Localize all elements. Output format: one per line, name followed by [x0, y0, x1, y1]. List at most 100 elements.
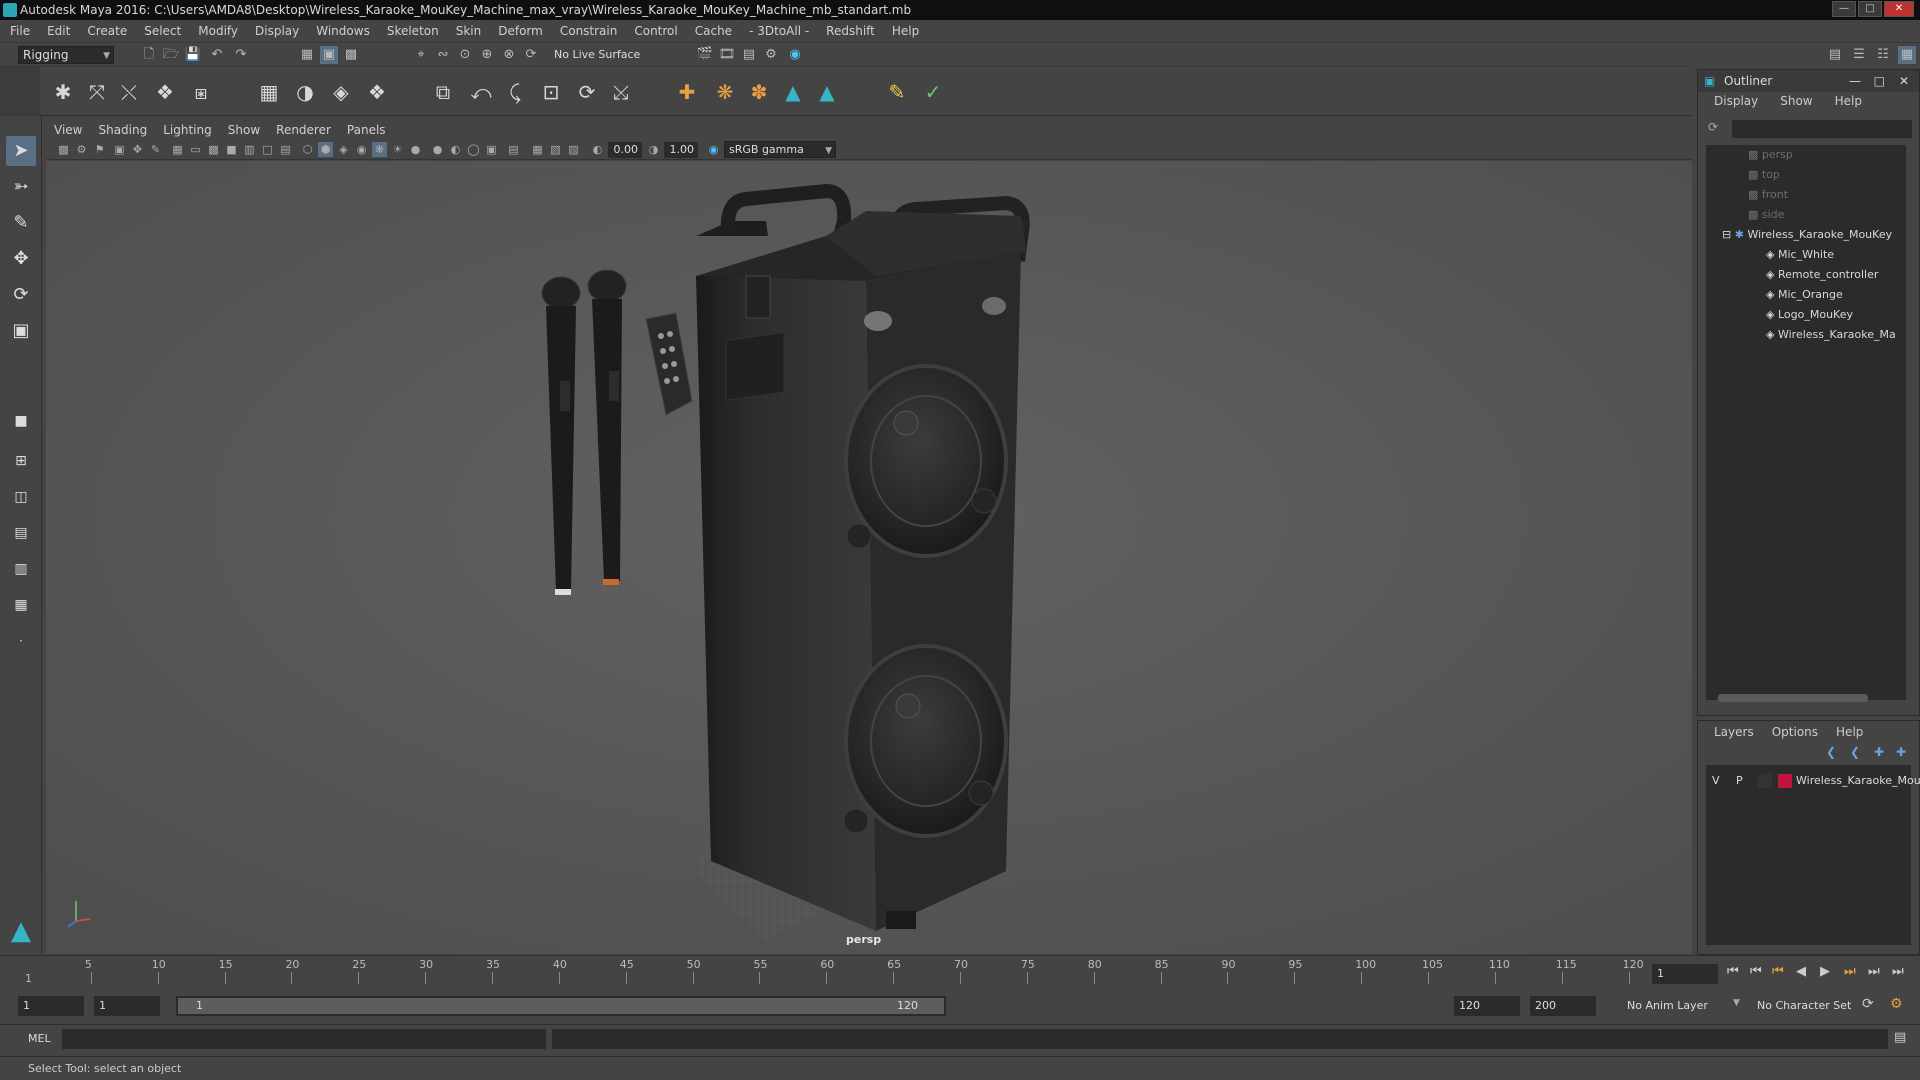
outliner-title-bar[interactable]: Outliner ▣ — □ ✕ — [1698, 70, 1919, 92]
isolate-select-icon[interactable]: ▣ — [484, 142, 499, 157]
2d-pan-icon[interactable]: ✥ — [130, 142, 145, 157]
set-driven-key-icon[interactable]: ✓ — [918, 77, 948, 107]
cluster-icon[interactable]: ❋ — [710, 77, 740, 107]
outliner-item-mic-white[interactable]: ◈ Mic_White — [1766, 245, 1834, 265]
maximize-icon[interactable]: □ — [1858, 1, 1882, 17]
view-transform-dropdown[interactable]: sRGB gamma ▼ — [724, 141, 836, 158]
wireframe-on-shaded-icon[interactable]: ◈ — [336, 142, 351, 157]
step-forward-frame-icon[interactable]: ⏭ — [1844, 964, 1856, 979]
ipr-render-icon[interactable]: ▤ — [740, 46, 758, 64]
move-tool-icon[interactable]: ✥ — [6, 244, 36, 274]
select-object-icon[interactable]: ▣ — [320, 46, 338, 64]
step-forward-key-icon[interactable]: ⏭ — [1868, 964, 1880, 979]
use-all-lights-icon[interactable]: ❋ — [372, 142, 387, 157]
save-scene-icon[interactable]: 💾 — [184, 46, 202, 64]
gamma-field[interactable]: 1.00 — [664, 142, 698, 158]
render-sequence-icon[interactable]: 🎞 — [718, 46, 736, 64]
refresh-icon[interactable]: ⟳ — [1708, 120, 1718, 134]
outliner-item-mic-orange[interactable]: ◈ Mic_Orange — [1766, 285, 1843, 305]
human-ik-icon[interactable]: ▲ — [778, 77, 808, 107]
collapse-icon[interactable]: ⊟ — [1722, 228, 1735, 241]
grease-pencil-icon[interactable]: ✎ — [148, 142, 163, 157]
go-to-start-icon[interactable]: ⏮ — [1727, 964, 1739, 979]
ik-handle-icon[interactable]: ⤧ — [82, 77, 112, 107]
playback-end-field[interactable]: 120 — [1454, 996, 1520, 1016]
snap-surface-icon[interactable]: ⊗ — [500, 46, 518, 64]
exposure-field[interactable]: 0.00 — [608, 142, 642, 158]
open-scene-icon[interactable]: 🗁 — [162, 46, 180, 64]
playback-start-field[interactable]: 1 — [94, 996, 160, 1016]
paint-select-icon[interactable]: ✎ — [6, 208, 36, 238]
paint-weights-icon[interactable]: ◈ — [326, 77, 356, 107]
menu-cache[interactable]: Cache — [695, 24, 732, 38]
resolution-gate-icon[interactable]: ▩ — [206, 142, 221, 157]
panel-menu-renderer[interactable]: Renderer — [276, 123, 331, 137]
move-layer-up-icon[interactable]: ❮ — [1826, 745, 1836, 759]
range-slider-handle[interactable]: 1 120 — [178, 998, 944, 1014]
tool-settings-icon[interactable]: ☷ — [1874, 46, 1892, 64]
layer-row[interactable]: V P Wireless_Karaoke_Mou — [1706, 771, 1920, 791]
xray-icon[interactable]: ▤ — [506, 142, 521, 157]
play-backwards-icon[interactable]: ◀ — [1796, 964, 1806, 979]
panel-menu-lighting[interactable]: Lighting — [163, 123, 212, 137]
command-input[interactable] — [62, 1029, 546, 1049]
textured-icon[interactable]: ◉ — [354, 142, 369, 157]
panel-menu-view[interactable]: View — [54, 123, 82, 137]
new-layer-icon[interactable]: ✚ — [1874, 745, 1884, 759]
film-gate-icon[interactable]: ▭ — [188, 142, 203, 157]
attribute-editor-icon[interactable]: ☰ — [1850, 46, 1868, 64]
animation-preferences-icon[interactable]: ⚙ — [1890, 996, 1903, 1012]
shelf-tab-area[interactable] — [0, 67, 40, 117]
bind-skin-icon[interactable]: ▦ — [254, 77, 284, 107]
auto-key-icon[interactable]: ⟳ — [1862, 996, 1874, 1012]
menu-windows[interactable]: Windows — [316, 24, 370, 38]
outliner-item-logo[interactable]: ◈ Logo_MouKey — [1766, 305, 1853, 325]
animation-start-field[interactable]: 1 — [18, 996, 84, 1016]
shadows-icon[interactable]: ☀ — [390, 142, 405, 157]
current-frame-field[interactable]: 1 — [1652, 964, 1718, 984]
smooth-shade-icon[interactable]: ⬢ — [318, 142, 333, 157]
outliner-menu-help[interactable]: Help — [1835, 94, 1862, 112]
wire-tool-icon[interactable]: ✽ — [744, 77, 774, 107]
layer-visibility-toggle[interactable]: V — [1712, 771, 1720, 791]
motion-blur-icon[interactable]: ● — [430, 142, 445, 157]
locator-icon[interactable]: ✚ — [672, 77, 702, 107]
character-set-dropdown[interactable]: No Character Set — [1752, 996, 1862, 1016]
menu-help[interactable]: Help — [892, 24, 919, 38]
range-slider[interactable]: 1 120 — [176, 996, 946, 1016]
modeling-toolkit-icon[interactable]: ▤ — [1826, 46, 1844, 64]
quick-rig-icon[interactable]: ▲ — [812, 77, 842, 107]
close-icon[interactable]: ✕ — [1899, 70, 1909, 92]
menu-deform[interactable]: Deform — [498, 24, 543, 38]
outliner-menu-show[interactable]: Show — [1780, 94, 1812, 112]
menu-file[interactable]: File — [10, 24, 30, 38]
wireframe-icon[interactable]: ⬡ — [300, 142, 315, 157]
outliner-item-side[interactable]: ▩ side — [1748, 205, 1784, 225]
viewport-persp[interactable]: persp — [46, 161, 1692, 954]
single-pane-icon[interactable]: ■ — [6, 406, 36, 436]
select-component-icon[interactable]: ▩ — [342, 46, 360, 64]
play-forwards-icon[interactable]: ▶ — [1820, 964, 1830, 979]
side-by-side-icon[interactable]: ◫ — [6, 482, 36, 512]
outliner-item-persp[interactable]: ▩ persp — [1748, 145, 1793, 165]
ik-spline-icon[interactable]: ⤬ — [114, 77, 144, 107]
menu-control[interactable]: Control — [634, 24, 677, 38]
screen-space-ao-icon[interactable]: ● — [408, 142, 423, 157]
minimize-icon[interactable]: — — [1849, 70, 1861, 92]
new-scene-icon[interactable]: 🗋 — [140, 46, 158, 64]
layer-type-toggle[interactable] — [1758, 774, 1772, 788]
snap-live-icon[interactable]: ⟳ — [522, 46, 540, 64]
step-back-frame-icon[interactable]: ⏮ — [1772, 964, 1784, 979]
maximize-icon[interactable]: □ — [1874, 70, 1885, 92]
channel-box-icon[interactable]: ▦ — [1898, 46, 1916, 64]
outliner-item-front[interactable]: ▩ front — [1748, 185, 1788, 205]
outliner-item-group[interactable]: ⊟ ✱ Wireless_Karaoke_MouKey — [1722, 225, 1892, 245]
field-chart-icon[interactable]: ▥ — [242, 142, 257, 157]
render-settings-icon[interactable]: ⚙ — [762, 46, 780, 64]
menu-skeleton[interactable]: Skeleton — [387, 24, 439, 38]
outliner-item-machine[interactable]: ◈ Wireless_Karaoke_Ma — [1766, 325, 1896, 345]
outliner-search-input[interactable] — [1732, 120, 1912, 138]
render-frame-icon[interactable]: 🎬 — [696, 46, 714, 64]
graph-persp-icon[interactable]: ▥ — [6, 554, 36, 584]
rotate-tool-icon[interactable]: ⟳ — [6, 280, 36, 310]
